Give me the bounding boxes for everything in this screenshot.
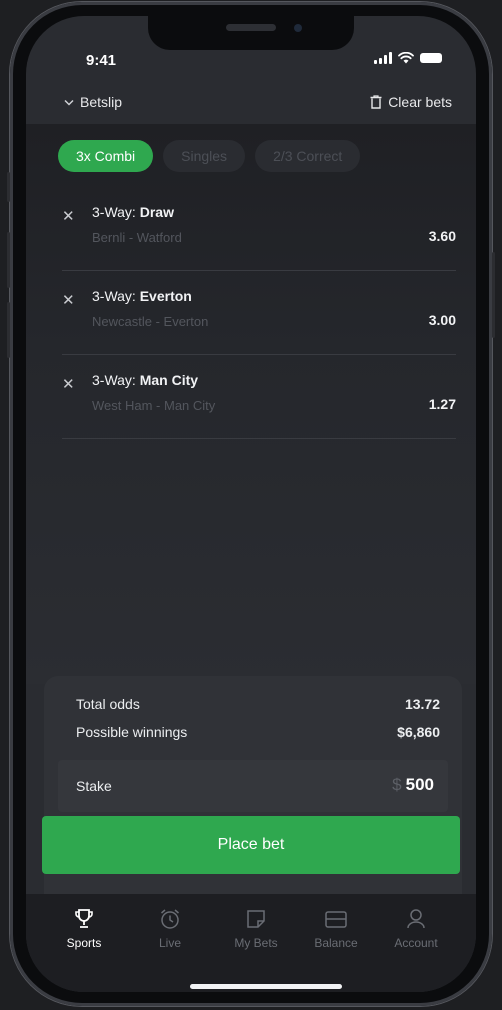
stake-currency: $	[392, 775, 402, 794]
divider	[62, 354, 456, 355]
possible-winnings-label: Possible winnings	[76, 724, 188, 740]
stake-value: $500	[392, 775, 434, 795]
phone-screen: 9:41 Betslip Clear bets 3x Combi Singles…	[26, 16, 476, 992]
divider	[62, 270, 456, 271]
trophy-icon	[75, 909, 93, 928]
power-button	[492, 252, 495, 338]
bet-market: 3-Way: Man City	[92, 372, 198, 388]
status-icons	[374, 52, 442, 64]
bet-pick: Everton	[139, 288, 192, 304]
divider	[62, 438, 456, 439]
bet-type-tabs: 3x Combi Singles 2/3 Correct	[58, 140, 361, 172]
alarm-clock-icon	[161, 909, 179, 929]
tab-3x-combi[interactable]: 3x Combi	[58, 140, 154, 172]
bottom-nav: Sports Live My Bets Balance Account	[26, 894, 476, 992]
bet-odds: 3.60	[428, 228, 456, 244]
user-icon	[407, 909, 425, 929]
possible-winnings-value: $6,860	[397, 724, 440, 740]
clear-bets-button[interactable]: Clear bets	[370, 94, 452, 110]
wallet-icon	[325, 911, 347, 928]
nav-label: My Bets	[234, 936, 278, 950]
bet-match: West Ham - Man City	[92, 398, 216, 413]
bet-odds: 3.00	[428, 312, 456, 328]
stake-amount: 500	[405, 775, 434, 794]
note-icon	[247, 910, 265, 928]
total-odds-value: 13.72	[404, 696, 440, 712]
bet-market-type: 3-Way:	[92, 204, 140, 220]
remove-bet-icon[interactable]: ✕	[62, 291, 75, 309]
wifi-icon	[398, 52, 414, 64]
total-odds-row: Total odds 13.72	[76, 696, 440, 712]
bet-pick: Draw	[139, 204, 174, 220]
nav-item-account[interactable]: Account	[376, 908, 456, 950]
chevron-down-icon	[64, 99, 74, 106]
nav-label: Balance	[314, 936, 358, 950]
nav-label: Sports	[66, 936, 102, 950]
status-time: 9:41	[86, 52, 117, 69]
signal-icon	[374, 52, 392, 64]
bet-pick: Man City	[139, 372, 199, 388]
camera	[294, 24, 302, 32]
volume-up-button	[7, 232, 10, 288]
stake-input[interactable]: Stake $500	[58, 760, 448, 812]
bet-market-type: 3-Way:	[92, 288, 140, 304]
volume-down-button	[7, 302, 10, 358]
possible-winnings-row: Possible winnings $6,860	[76, 724, 440, 740]
nav-item-my-bets[interactable]: My Bets	[216, 908, 296, 950]
nav-item-live[interactable]: Live	[130, 908, 210, 950]
bet-market: 3-Way: Everton	[92, 288, 192, 304]
bet-odds: 1.27	[428, 396, 456, 412]
bet-match: Newcastle - Everton	[92, 314, 209, 329]
betslip-content: 3x Combi Singles 2/3 Correct ✕ 3-Way: Dr…	[26, 124, 476, 684]
place-bet-button[interactable]: Place bet	[42, 816, 460, 874]
bet-match: Bernli - Watford	[92, 230, 182, 245]
tab-correct[interactable]: 2/3 Correct	[255, 140, 361, 172]
battery-icon	[420, 53, 442, 63]
bet-market-type: 3-Way:	[92, 372, 140, 388]
trash-icon	[370, 95, 382, 109]
tab-singles[interactable]: Singles	[163, 140, 246, 172]
stake-label: Stake	[76, 778, 112, 794]
home-indicator[interactable]	[190, 984, 342, 989]
speaker	[226, 24, 276, 31]
remove-bet-icon[interactable]: ✕	[62, 375, 75, 393]
status-bar: 9:41	[26, 44, 476, 74]
phone-frame: 9:41 Betslip Clear bets 3x Combi Singles…	[7, 2, 495, 1006]
bet-row: ✕ 3-Way: Everton Newcastle - Everton 3.0…	[26, 288, 476, 372]
nav-item-balance[interactable]: Balance	[296, 908, 376, 950]
clear-bets-label: Clear bets	[388, 94, 452, 110]
betslip-header: Betslip Clear bets	[26, 88, 476, 118]
total-odds-label: Total odds	[76, 696, 140, 712]
betslip-collapse-button[interactable]: Betslip	[64, 94, 122, 110]
bet-market: 3-Way: Draw	[92, 204, 174, 220]
nav-label: Account	[394, 936, 438, 950]
bet-row: ✕ 3-Way: Draw Bernli - Watford 3.60	[26, 204, 476, 288]
mute-switch	[7, 172, 10, 202]
remove-bet-icon[interactable]: ✕	[62, 207, 75, 225]
bet-row: ✕ 3-Way: Man City West Ham - Man City 1.…	[26, 372, 476, 456]
nav-item-sports[interactable]: Sports	[44, 908, 124, 950]
betslip-title: Betslip	[80, 94, 123, 110]
nav-label: Live	[158, 936, 181, 950]
